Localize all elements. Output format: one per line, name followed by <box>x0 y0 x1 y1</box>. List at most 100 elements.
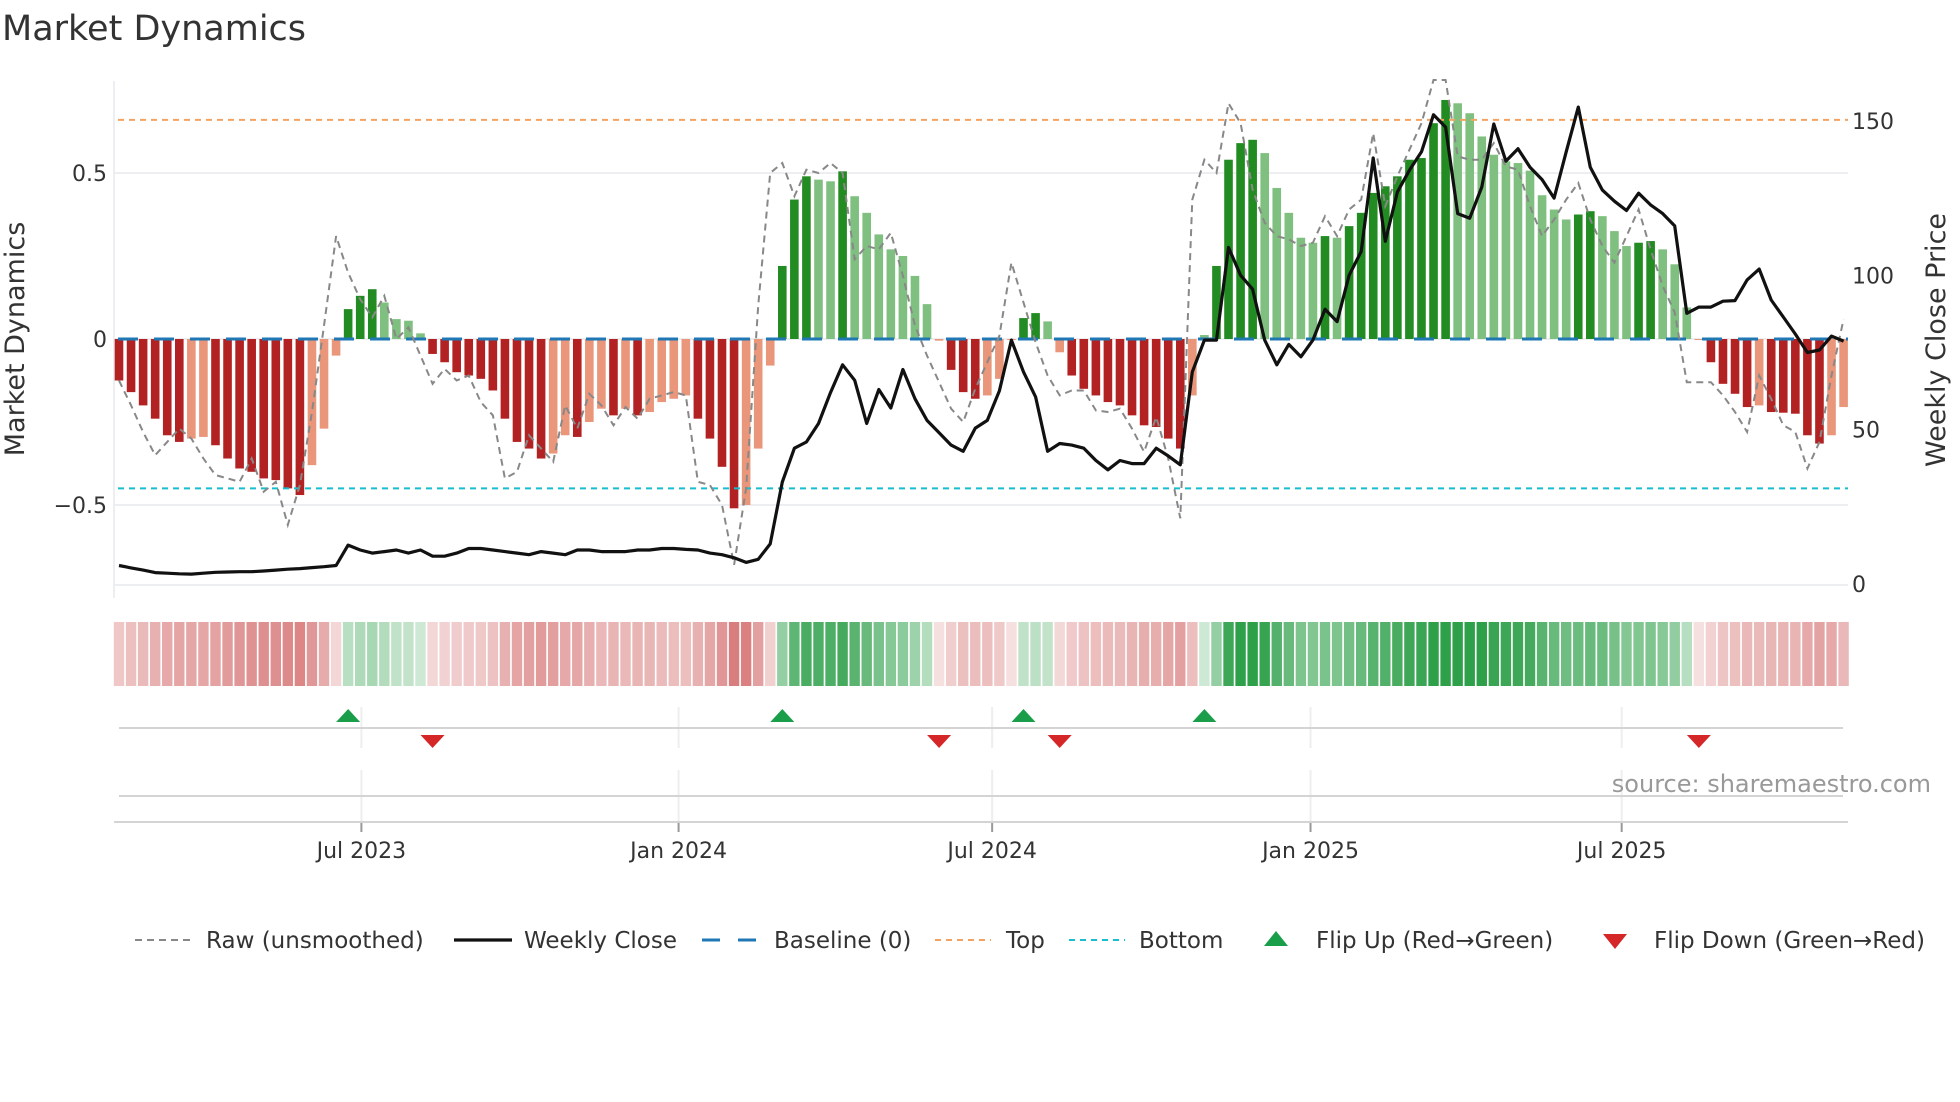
heat-cell <box>282 622 294 686</box>
dynamics-bar <box>946 339 956 370</box>
dynamics-bar <box>1296 237 1306 339</box>
heat-cell <box>1476 622 1487 686</box>
dynamics-bar <box>1139 339 1149 426</box>
dynamics-bar <box>1163 339 1173 439</box>
dynamics-bar <box>1754 339 1764 406</box>
x-tick-label: Jul 2024 <box>945 839 1037 864</box>
x-tick-label: Jul 2023 <box>315 839 407 864</box>
heat-strip <box>113 622 1849 686</box>
flip-down-marker <box>420 735 445 748</box>
heat-cell <box>596 622 607 686</box>
dynamics-bar <box>1332 237 1342 339</box>
y-axis-label-right: Weekly Close Price <box>1921 213 1952 467</box>
heat-cell <box>403 622 414 686</box>
dynamics-bar <box>693 339 703 419</box>
heat-cell <box>813 622 824 686</box>
flip-up-marker <box>1192 709 1217 722</box>
heat-cell <box>584 622 595 686</box>
heat-cell <box>415 622 426 686</box>
heat-cell <box>873 622 884 686</box>
dynamics-bar <box>1537 195 1547 339</box>
heat-cell <box>1814 622 1825 686</box>
heat-cell <box>1778 622 1789 686</box>
dynamics-bar <box>187 339 196 439</box>
heat-cell <box>1331 622 1343 686</box>
dynamics-bar <box>1308 242 1318 339</box>
heat-cell <box>1669 622 1680 686</box>
dynamics-bar <box>500 339 510 419</box>
dynamics-bar <box>1598 216 1607 339</box>
dynamics-bar <box>983 339 992 396</box>
heat-cell <box>330 622 342 686</box>
heat-cell <box>367 622 378 686</box>
heat-cell <box>1247 622 1258 686</box>
heat-cell <box>222 622 233 686</box>
heat-cell <box>198 622 209 686</box>
heat-cell <box>1741 622 1753 686</box>
dynamics-bar <box>1586 211 1595 339</box>
dynamics-bar <box>1405 159 1414 339</box>
source-label: source: sharemaestro.com <box>1612 770 1931 798</box>
dynamics-bar <box>1260 153 1269 339</box>
heat-cell <box>1561 622 1572 686</box>
heat-cell <box>897 622 909 686</box>
dynamics-bar <box>319 339 329 429</box>
dynamics-bar <box>331 339 341 356</box>
dynamics-bar <box>729 339 739 509</box>
heat-cell <box>246 622 257 686</box>
dynamics-bar <box>175 339 184 442</box>
dynamics-bar <box>922 304 932 339</box>
heat-cell <box>945 622 957 686</box>
left-tick-label: 0.5 <box>72 162 107 187</box>
dynamics-bar <box>1091 339 1101 396</box>
heat-cell <box>668 622 679 686</box>
dynamics-bar <box>717 339 727 467</box>
dynamics-bar <box>609 339 618 416</box>
heat-cell <box>258 622 269 686</box>
x-tick-label: Jan 2025 <box>1260 839 1359 864</box>
heat-cell <box>656 622 667 686</box>
heat-cell <box>885 622 897 686</box>
dynamics-bar <box>1043 321 1052 339</box>
heat-cell <box>1597 622 1608 686</box>
heat-cell <box>692 622 704 686</box>
heat-cell <box>1452 622 1463 686</box>
heat-cell <box>1826 622 1837 686</box>
heat-cell <box>1585 622 1596 686</box>
heat-cell <box>801 622 812 686</box>
legend-label: Baseline (0) <box>774 928 911 954</box>
dynamics-bar <box>1513 163 1523 339</box>
dynamics-bar <box>271 339 281 481</box>
dynamics-bar <box>114 339 124 381</box>
heat-cell <box>1802 622 1813 686</box>
heat-cell <box>342 622 354 686</box>
heat-cell <box>318 622 330 686</box>
heat-cell <box>1030 622 1041 686</box>
heat-cell <box>1223 622 1234 686</box>
dynamics-bar <box>633 339 642 416</box>
heat-cell <box>294 622 306 686</box>
dynamics-bar <box>307 339 317 466</box>
heat-cell <box>1355 622 1367 686</box>
dynamics-bar <box>235 339 244 469</box>
heat-cell <box>1283 622 1295 686</box>
dynamics-bar <box>1381 186 1390 339</box>
dynamics-bar <box>1658 249 1667 339</box>
legend-item-close: Weekly Close <box>454 928 677 954</box>
dynamics-bar <box>1634 242 1643 339</box>
heat-cell <box>1790 622 1801 686</box>
heat-cell <box>1657 622 1668 686</box>
flip-panel <box>114 707 1848 832</box>
dynamics-bar <box>814 179 823 339</box>
heat-cell <box>1090 622 1102 686</box>
dynamics-bar <box>958 339 968 393</box>
heat-cell <box>1126 622 1138 686</box>
legend-item-baseline: Baseline (0) <box>702 928 911 954</box>
flip-up-marker <box>336 709 361 722</box>
heat-cell <box>162 622 173 686</box>
heat-cell <box>1621 622 1632 686</box>
heat-cell <box>921 622 933 686</box>
heat-cell <box>632 622 643 686</box>
dynamics-bar <box>1079 339 1089 389</box>
heat-cell <box>1319 622 1331 686</box>
